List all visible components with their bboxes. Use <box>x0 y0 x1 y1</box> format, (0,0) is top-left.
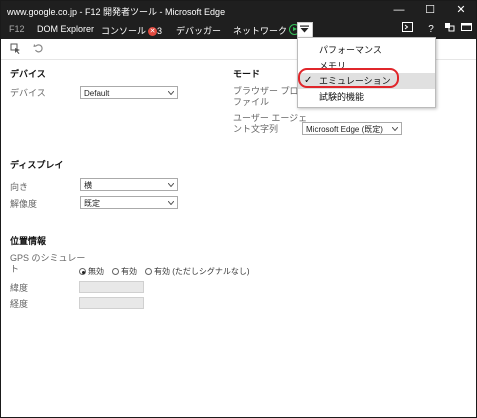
dropdown-arrow-icon <box>300 25 309 33</box>
chevron-down-icon <box>168 201 174 205</box>
menu-item-experimental[interactable]: 試験的機能 <box>298 89 435 105</box>
tab-network-label: ネットワーク <box>233 26 288 36</box>
gps-off-radio-label: 無効 <box>88 267 104 276</box>
f12-label: F12 <box>9 24 25 34</box>
orientation-select-value: 横 <box>84 181 92 190</box>
latitude-input[interactable] <box>79 281 144 293</box>
tab-debugger[interactable]: デバッガー <box>176 24 221 37</box>
radio-unselected-icon <box>145 268 152 275</box>
chevron-down-icon <box>168 91 174 95</box>
longitude-label: 経度 <box>10 299 29 309</box>
geolocation-section-title: 位置情報 <box>10 236 47 246</box>
gps-simulate-label: GPS のシミュレー ト <box>10 253 85 275</box>
device-label: デバイス <box>10 88 46 98</box>
user-agent-label: ユーザー エージェ ント文字列 <box>233 113 307 135</box>
tab-console[interactable]: コンソール ✕ 3 <box>101 24 162 37</box>
tab-network[interactable]: ネットワーク <box>233 24 301 37</box>
more-tools-dropdown-button[interactable] <box>297 22 313 38</box>
chevron-down-icon <box>168 183 174 187</box>
devtools-window: www.google.co.jp - F12 開発者ツール - Microsof… <box>0 0 477 418</box>
error-count-badge: ✕ <box>148 27 158 36</box>
display-section-title: ディスプレイ <box>10 160 64 170</box>
gps-off-radio[interactable]: 無効 <box>79 266 104 277</box>
gps-on-radio-label: 有効 <box>121 267 137 276</box>
gps-simulate-label-line2: ト <box>10 264 20 274</box>
window-title: www.google.co.jp - F12 開発者ツール - Microsof… <box>7 7 226 17</box>
orientation-select[interactable]: 横 <box>80 178 178 191</box>
browser-profile-label-line1: ブラウザー プロ <box>233 86 299 96</box>
minimize-button[interactable]: — <box>384 1 414 20</box>
latitude-label: 緯度 <box>10 283 29 293</box>
mode-section-title: モード <box>233 69 261 79</box>
device-section-title: デバイス <box>10 69 46 79</box>
pin-icon[interactable] <box>442 22 456 37</box>
resolution-select-value: 既定 <box>84 199 100 208</box>
orientation-label: 向き <box>10 182 29 192</box>
help-icon[interactable]: ? <box>424 22 438 37</box>
resolution-label: 解像度 <box>10 199 38 209</box>
console-drawer-icon[interactable] <box>400 22 414 37</box>
longitude-input[interactable] <box>79 297 144 309</box>
radio-unselected-icon <box>112 268 119 275</box>
device-select-value: Default <box>84 89 110 98</box>
maximize-button[interactable]: ☐ <box>415 1 445 20</box>
error-count: 3 <box>157 26 163 36</box>
gps-simulate-label-line1: GPS のシミュレー <box>10 253 86 263</box>
close-button[interactable]: ✕ <box>446 1 476 20</box>
dock-icon[interactable] <box>459 22 473 37</box>
title-bar: www.google.co.jp - F12 開発者ツール - Microsof… <box>1 1 476 20</box>
gps-on-radio[interactable]: 有効 <box>112 266 137 277</box>
browser-profile-label: ブラウザー プロ ファイル <box>233 86 299 108</box>
tab-dom-explorer[interactable]: DOM Explorer <box>37 24 94 34</box>
menu-item-performance[interactable]: パフォーマンス <box>298 42 435 58</box>
tab-console-label: コンソール <box>101 26 147 36</box>
chevron-down-icon <box>392 127 398 131</box>
resolution-select[interactable]: 既定 <box>80 196 178 209</box>
selector-icon[interactable] <box>9 43 21 55</box>
user-agent-label-line2: ント文字列 <box>233 124 279 134</box>
radio-selected-icon <box>79 268 86 275</box>
user-agent-select-value: Microsoft Edge (既定) <box>306 125 383 134</box>
gps-on-nosignal-radio-label: 有効 (ただしシグナルなし) <box>154 267 250 276</box>
gps-on-nosignal-radio[interactable]: 有効 (ただしシグナルなし) <box>145 266 250 277</box>
browser-profile-label-line2: ファイル <box>233 97 270 107</box>
annotation-highlight-circle <box>298 68 399 88</box>
undo-icon[interactable] <box>32 43 44 55</box>
user-agent-select[interactable]: Microsoft Edge (既定) <box>302 122 402 135</box>
device-select[interactable]: Default <box>80 86 178 99</box>
user-agent-label-line1: ユーザー エージェ <box>233 113 308 123</box>
